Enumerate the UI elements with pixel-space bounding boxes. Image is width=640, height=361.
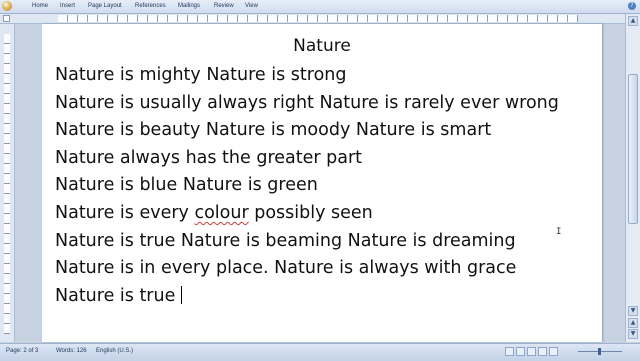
- tab-page-layout[interactable]: Page Layout: [88, 1, 122, 11]
- ruler-scale: [58, 15, 578, 22]
- document-line[interactable]: Nature is true Nature is beaming Nature …: [55, 228, 600, 256]
- page-count[interactable]: Page: 2 of 3: [6, 348, 38, 354]
- zoom-slider-knob[interactable]: [598, 348, 601, 355]
- document-line-text: Nature is every: [55, 202, 189, 223]
- horizontal-ruler[interactable]: [0, 14, 640, 24]
- ribbon-tab-bar: Home Insert Page Layout References Maili…: [0, 0, 640, 14]
- document-line[interactable]: Nature always has the greater part: [55, 145, 600, 173]
- text-caret: [181, 285, 183, 304]
- outline-view-icon[interactable]: [538, 347, 547, 356]
- full-screen-reading-icon[interactable]: [516, 347, 525, 356]
- document-line[interactable]: Nature is beauty Nature is moody Nature …: [55, 117, 600, 145]
- vertical-ruler[interactable]: [0, 24, 15, 342]
- tab-insert[interactable]: Insert: [60, 1, 75, 11]
- tab-view[interactable]: View: [245, 1, 258, 11]
- tab-selector-icon[interactable]: [3, 15, 10, 22]
- document-line[interactable]: Nature is every colour possibly seen: [55, 200, 600, 228]
- document-line[interactable]: Nature is usually always right Nature is…: [55, 90, 600, 118]
- scrollbar-thumb[interactable]: [628, 74, 638, 224]
- document-line[interactable]: Nature is true: [55, 283, 600, 311]
- scroll-up-icon[interactable]: ▲: [628, 16, 638, 26]
- ibeam-cursor-icon: I: [556, 227, 562, 237]
- document-line-text: possibly seen: [254, 202, 373, 223]
- spelling-error-word[interactable]: colour: [194, 203, 248, 223]
- tab-references[interactable]: References: [135, 1, 166, 11]
- tab-home[interactable]: Home: [32, 1, 48, 11]
- draft-view-icon[interactable]: [549, 347, 558, 356]
- vertical-scrollbar[interactable]: ▲ ▼ ▲ ▼: [625, 14, 640, 342]
- help-icon[interactable]: ?: [628, 2, 636, 10]
- web-layout-icon[interactable]: [527, 347, 536, 356]
- document-line[interactable]: Nature is mighty Nature is strong: [55, 62, 600, 90]
- vertical-ruler-scale: [4, 34, 10, 334]
- print-layout-view-icon[interactable]: [505, 347, 514, 356]
- office-button-icon[interactable]: [2, 1, 12, 11]
- tab-mailings[interactable]: Mailings: [178, 1, 200, 11]
- tab-review[interactable]: Review: [214, 1, 234, 11]
- previous-page-icon[interactable]: ▲: [628, 318, 638, 328]
- document-line-text: Nature is true: [55, 285, 176, 306]
- next-page-icon[interactable]: ▼: [628, 329, 638, 339]
- document-title[interactable]: Nature: [42, 36, 602, 56]
- document-body[interactable]: Nature is mighty Nature is strong Nature…: [55, 62, 600, 310]
- document-page[interactable]: Nature Nature is mighty Nature is strong…: [42, 24, 602, 342]
- status-bar: Page: 2 of 3 Words: 126 English (U.S.): [0, 343, 640, 361]
- document-line[interactable]: Nature is blue Nature is green: [55, 172, 600, 200]
- language-indicator[interactable]: English (U.S.): [96, 348, 133, 354]
- document-line[interactable]: Nature is in every place. Nature is alwa…: [55, 255, 600, 283]
- word-count[interactable]: Words: 126: [56, 348, 87, 354]
- scroll-down-icon[interactable]: ▼: [628, 306, 638, 316]
